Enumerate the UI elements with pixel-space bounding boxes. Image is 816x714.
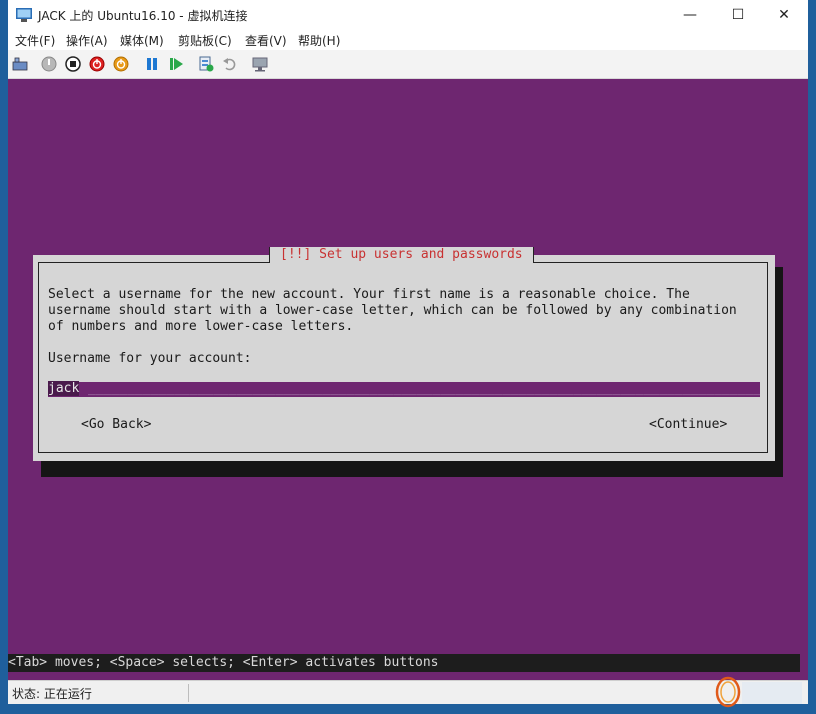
menu-action[interactable]: 操作(A) <box>66 32 108 49</box>
window-right-edge <box>808 0 816 714</box>
description-line-1: Select a username for the new account. Y… <box>48 287 690 302</box>
save-icon[interactable] <box>113 56 129 72</box>
status-text: 状态: 正在运行 <box>12 687 92 701</box>
menu-clipboard[interactable]: 剪贴板(C) <box>178 32 232 49</box>
title-bar[interactable]: JACK 上的 Ubuntu16.10 - 虚拟机连接 — ☐ ✕ <box>8 0 808 30</box>
menu-media[interactable]: 媒体(M) <box>120 32 164 49</box>
status-separator <box>188 684 189 702</box>
username-input-fill: ________________________________________… <box>88 381 760 396</box>
username-value: jack <box>48 381 80 396</box>
window-left-edge <box>0 0 8 714</box>
minimize-button[interactable]: — <box>670 0 710 30</box>
pause-icon[interactable] <box>144 56 160 72</box>
close-button[interactable]: ✕ <box>764 0 804 30</box>
menu-view[interactable]: 查看(V) <box>245 32 287 49</box>
username-input[interactable]: jack ___________________________________… <box>48 381 760 397</box>
setup-users-dialog: [!!] Set up users and passwords Select a… <box>33 247 775 461</box>
shutdown-icon[interactable] <box>89 56 105 72</box>
key-hint-text: <Tab> moves; <Space> selects; <Enter> ac… <box>8 655 439 670</box>
vm-connection-icon <box>16 8 32 22</box>
enhanced-session-icon[interactable] <box>252 56 268 72</box>
status-bar: 状态: 正在运行 <box>8 680 808 705</box>
menu-help[interactable]: 帮助(H) <box>298 32 340 49</box>
window-title: JACK 上的 Ubuntu16.10 - 虚拟机连接 <box>38 9 248 23</box>
revert-icon[interactable] <box>222 56 238 72</box>
key-hint-bar: <Tab> moves; <Space> selects; <Enter> ac… <box>8 654 800 672</box>
description-line-2: username should start with a lower-case … <box>48 303 737 318</box>
menu-bar: 文件(F) 操作(A) 媒体(M) 剪贴板(C) 查看(V) 帮助(H) <box>8 30 808 50</box>
watermark-logo-icon <box>715 676 802 708</box>
continue-button[interactable]: <Continue> <box>649 417 727 432</box>
window-bottom-edge <box>0 704 816 714</box>
menu-file[interactable]: 文件(F) <box>15 32 55 49</box>
turn-off-icon[interactable] <box>65 56 81 72</box>
maximize-button[interactable]: ☐ <box>718 0 758 30</box>
vm-console[interactable]: [!!] Set up users and passwords Select a… <box>8 79 808 680</box>
reset-icon[interactable] <box>168 56 184 72</box>
checkpoint-icon[interactable] <box>198 56 214 72</box>
go-back-button[interactable]: <Go Back> <box>81 417 151 432</box>
dialog-title: [!!] Set up users and passwords <box>269 247 534 263</box>
toolbar <box>8 50 808 79</box>
description-line-3: of numbers and more lower-case letters. <box>48 319 354 334</box>
ctrl-alt-del-icon[interactable] <box>12 56 28 72</box>
start-icon[interactable] <box>41 56 57 72</box>
username-prompt: Username for your account: <box>48 351 252 366</box>
